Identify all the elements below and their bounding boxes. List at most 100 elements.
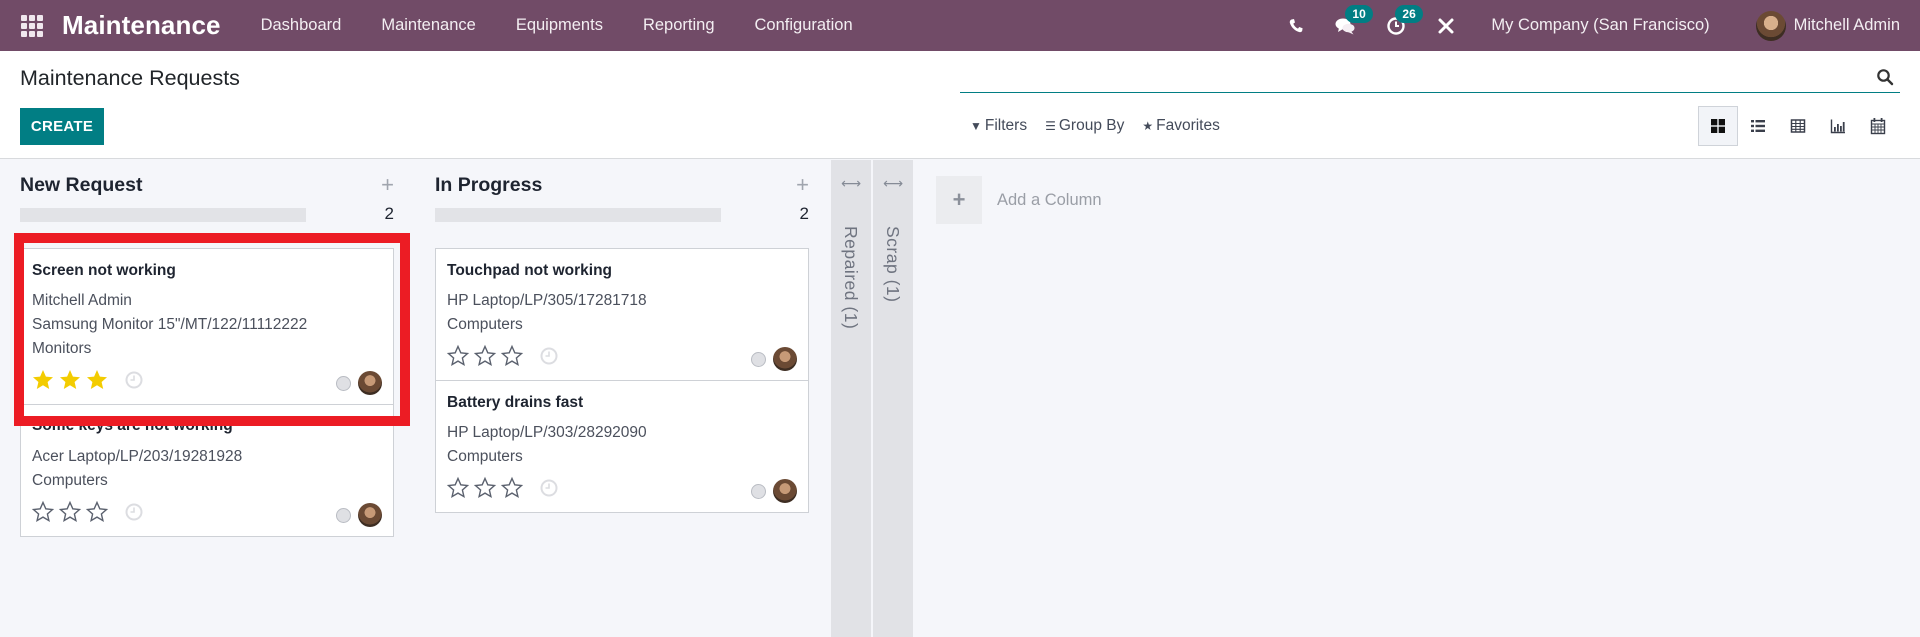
page-title: Maintenance Requests — [20, 66, 240, 90]
star-icon: ★ — [1142, 119, 1154, 133]
expand-arrows-icon: ⟷ — [882, 175, 904, 191]
apps-menu-icon[interactable] — [20, 14, 44, 38]
star-empty-icon[interactable] — [446, 476, 470, 500]
calendar-view-button[interactable] — [1858, 106, 1898, 146]
filters-button[interactable]: ▼ Filters — [970, 117, 1027, 135]
star-filled-icon[interactable] — [58, 368, 82, 392]
kanban-column-new-request: New Request + 2 Screen not working Mitch… — [20, 160, 394, 537]
column-count: 2 — [384, 204, 394, 223]
folded-column-repaired[interactable]: ⟷ Repaired (1) — [831, 160, 871, 637]
card-category: Computers — [447, 316, 523, 333]
top-navbar: Maintenance Dashboard Maintenance Equipm… — [0, 0, 1920, 51]
phone-icon[interactable] — [1281, 11, 1311, 41]
card-title: Some keys are not working — [32, 417, 233, 434]
user-name: Mitchell Admin — [1793, 16, 1900, 34]
favorites-label: Favorites — [1156, 117, 1220, 134]
kanban-card[interactable]: Battery drains fast HP Laptop/LP/303/282… — [435, 380, 809, 513]
filter-icon: ▼ — [970, 119, 982, 133]
tools-icon[interactable] — [1431, 11, 1461, 41]
star-filled-icon[interactable] — [31, 368, 55, 392]
activity-clock-icon[interactable] — [539, 346, 559, 366]
card-equipment: HP Laptop/LP/303/28292090 — [447, 424, 647, 441]
search-input[interactable] — [960, 63, 1860, 91]
bars-icon: ☰ — [1045, 119, 1056, 133]
bar-chart-icon — [1830, 119, 1845, 134]
card-status — [336, 371, 382, 395]
assignee-avatar — [773, 347, 797, 371]
menu-maintenance[interactable]: Maintenance — [361, 16, 495, 35]
kanban-icon — [1711, 119, 1725, 133]
view-switcher — [1698, 106, 1898, 146]
kanban-column-in-progress: In Progress + 2 Touchpad not working HP … — [435, 160, 809, 513]
kanban-state-dot[interactable] — [751, 351, 766, 367]
groupby-button[interactable]: ☰ Group By — [1045, 117, 1124, 135]
folded-column-scrap[interactable]: ⟷ Scrap (1) — [873, 160, 913, 637]
search-icon[interactable] — [1876, 68, 1894, 86]
company-switcher[interactable]: My Company (San Francisco) — [1491, 16, 1709, 35]
kanban-card[interactable]: Screen not working Mitchell Admin Samsun… — [20, 248, 394, 405]
card-title: Battery drains fast — [447, 394, 584, 411]
plus-icon: + — [936, 176, 982, 224]
add-column-label: Add a Column — [997, 190, 1102, 209]
list-view-button[interactable] — [1738, 106, 1778, 146]
column-title[interactable]: New Request — [20, 174, 142, 197]
graph-view-button[interactable] — [1818, 106, 1858, 146]
star-empty-icon[interactable] — [500, 476, 524, 500]
kanban-state-dot[interactable] — [751, 483, 766, 499]
activity-clock-icon[interactable] — [124, 370, 144, 390]
star-empty-icon[interactable] — [446, 344, 470, 368]
kanban-card[interactable]: Touchpad not working HP Laptop/LP/305/17… — [435, 248, 809, 381]
user-menu[interactable]: Mitchell Admin — [1755, 10, 1900, 41]
quick-create-plus-icon[interactable]: + — [381, 172, 394, 198]
column-header: New Request + 2 — [20, 160, 394, 223]
kanban-card[interactable]: Some keys are not working Acer Laptop/LP… — [20, 404, 394, 537]
control-panel: Maintenance Requests CREATE ▼ Filters ☰ … — [0, 51, 1920, 159]
column-cards: Screen not working Mitchell Admin Samsun… — [20, 248, 394, 537]
star-empty-icon[interactable] — [473, 344, 497, 368]
card-equipment: HP Laptop/LP/305/17281718 — [447, 292, 647, 309]
search-box — [960, 63, 1900, 93]
star-empty-icon[interactable] — [85, 500, 109, 524]
assignee-avatar — [773, 479, 797, 503]
star-filled-icon[interactable] — [85, 368, 109, 392]
assignee-avatar — [358, 503, 382, 527]
column-progress-bar[interactable] — [435, 208, 721, 222]
favorites-button[interactable]: ★ Favorites — [1142, 117, 1220, 135]
table-icon — [1790, 119, 1806, 133]
star-empty-icon[interactable] — [31, 500, 55, 524]
activity-clock-icon[interactable] — [539, 478, 559, 498]
kanban-state-dot[interactable] — [336, 507, 351, 523]
clock-activity-icon[interactable]: 26 — [1381, 4, 1423, 41]
messages-badge: 10 — [1345, 4, 1373, 23]
create-button[interactable]: CREATE — [20, 108, 104, 145]
kanban-view-button[interactable] — [1698, 106, 1738, 146]
card-equipment: Samsung Monitor 15"/MT/122/11112222 — [32, 316, 308, 333]
calendar-icon — [1870, 118, 1886, 135]
card-category: Computers — [447, 448, 523, 465]
card-status — [336, 503, 382, 527]
card-category: Monitors — [32, 340, 92, 357]
priority-stars — [446, 476, 559, 500]
chat-icon[interactable]: 10 — [1331, 4, 1373, 41]
card-title: Screen not working — [32, 262, 176, 279]
list-icon — [1751, 120, 1765, 132]
card-owner: Mitchell Admin — [32, 292, 132, 309]
menu-equipments[interactable]: Equipments — [496, 16, 623, 35]
folded-column-title: Scrap (1) — [883, 226, 903, 303]
column-progress-bar[interactable] — [20, 208, 306, 222]
star-empty-icon[interactable] — [500, 344, 524, 368]
star-empty-icon[interactable] — [58, 500, 82, 524]
menu-configuration[interactable]: Configuration — [735, 16, 873, 35]
activity-clock-icon[interactable] — [124, 502, 144, 522]
menu-dashboard[interactable]: Dashboard — [241, 16, 362, 35]
column-title[interactable]: In Progress — [435, 174, 542, 197]
pivot-view-button[interactable] — [1778, 106, 1818, 146]
app-name[interactable]: Maintenance — [62, 10, 221, 41]
add-column-button[interactable]: + Add a Column — [936, 176, 1102, 224]
kanban-state-dot[interactable] — [336, 375, 351, 391]
card-status — [751, 347, 797, 371]
card-title: Touchpad not working — [447, 262, 613, 279]
quick-create-plus-icon[interactable]: + — [796, 172, 809, 198]
menu-reporting[interactable]: Reporting — [623, 16, 735, 35]
star-empty-icon[interactable] — [473, 476, 497, 500]
